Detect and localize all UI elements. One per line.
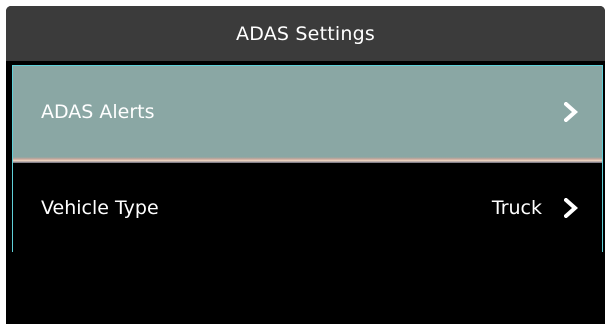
chevron-right-icon xyxy=(564,197,578,218)
menu-item-label: Vehicle Type xyxy=(41,196,159,219)
menu-item-label: ADAS Alerts xyxy=(41,100,155,123)
title-bar: ADAS Settings xyxy=(6,6,605,61)
adas-settings-screen: ADAS Settings ADAS Alerts Vehicle Type T… xyxy=(6,6,605,324)
settings-menu: ADAS Alerts Vehicle Type Truck xyxy=(12,65,603,252)
menu-item-vehicle-type[interactable]: Vehicle Type Truck xyxy=(13,163,602,252)
chevron-right-icon xyxy=(564,101,578,122)
menu-item-adas-alerts[interactable]: ADAS Alerts xyxy=(13,66,602,157)
page-title: ADAS Settings xyxy=(236,22,375,45)
menu-item-value: Truck xyxy=(491,196,542,219)
